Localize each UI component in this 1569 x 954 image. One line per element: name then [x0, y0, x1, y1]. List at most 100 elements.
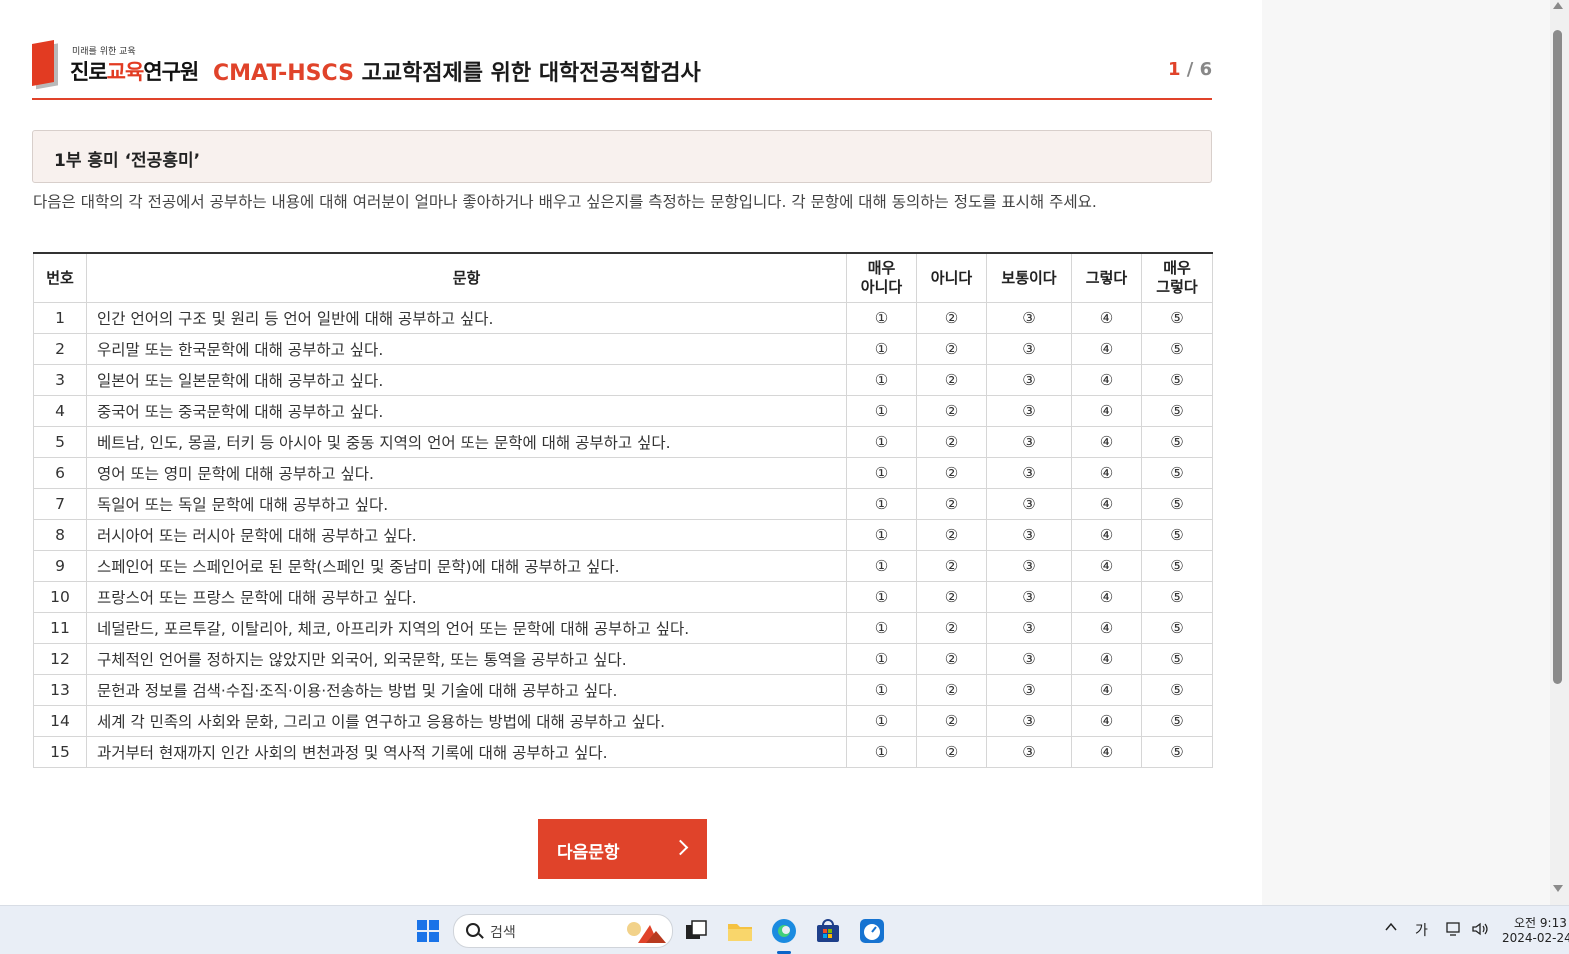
answer-option-1[interactable]: ①	[846, 333, 917, 365]
scrollbar-thumb[interactable]	[1553, 30, 1562, 684]
answer-option-4[interactable]: ④	[1071, 457, 1142, 489]
answer-option-4[interactable]: ④	[1071, 364, 1142, 396]
answer-option-2[interactable]: ②	[916, 395, 987, 427]
answer-option-5[interactable]: ⑤	[1141, 643, 1213, 675]
answer-option-2[interactable]: ②	[916, 612, 987, 644]
answer-option-5[interactable]: ⑤	[1141, 519, 1213, 551]
answer-option-2[interactable]: ②	[916, 519, 987, 551]
answer-option-4[interactable]: ④	[1071, 643, 1142, 675]
answer-option-4[interactable]: ④	[1071, 519, 1142, 551]
answer-option-2[interactable]: ②	[916, 705, 987, 737]
answer-option-3[interactable]: ③	[986, 488, 1072, 520]
answer-option-3[interactable]: ③	[986, 581, 1072, 613]
app-clock-icon[interactable]	[859, 918, 885, 944]
answer-option-3[interactable]: ③	[986, 643, 1072, 675]
answer-option-5[interactable]: ⑤	[1141, 705, 1213, 737]
answer-option-1[interactable]: ①	[846, 395, 917, 427]
answer-option-3[interactable]: ③	[986, 736, 1072, 768]
answer-option-4[interactable]: ④	[1071, 674, 1142, 706]
network-icon[interactable]	[1446, 921, 1462, 941]
question-text: 일본어 또는 일본문학에 대해 공부하고 싶다.	[86, 364, 847, 396]
answer-option-1[interactable]: ①	[846, 550, 917, 582]
microsoft-store-icon[interactable]	[815, 918, 841, 944]
answer-option-5[interactable]: ⑤	[1141, 674, 1213, 706]
section-title: 1부 흥미 ‘전공흥미’	[54, 151, 201, 171]
chevron-up-icon[interactable]	[1384, 920, 1398, 938]
answer-option-2[interactable]: ②	[916, 426, 987, 458]
question-text: 러시아어 또는 러시아 문학에 대해 공부하고 싶다.	[86, 519, 847, 551]
answer-option-1[interactable]: ①	[846, 457, 917, 489]
question-number: 2	[33, 333, 87, 365]
answer-option-2[interactable]: ②	[916, 457, 987, 489]
answer-option-3[interactable]: ③	[986, 333, 1072, 365]
answer-option-4[interactable]: ④	[1071, 612, 1142, 644]
answer-option-1[interactable]: ①	[846, 488, 917, 520]
answer-option-5[interactable]: ⑤	[1141, 550, 1213, 582]
answer-option-5[interactable]: ⑤	[1141, 302, 1213, 334]
answer-option-3[interactable]: ③	[986, 674, 1072, 706]
taskbar-search-box[interactable]: 검색	[453, 914, 673, 948]
section-header: 1부 흥미 ‘전공흥미’	[32, 130, 1212, 183]
answer-option-1[interactable]: ①	[846, 519, 917, 551]
task-view-icon[interactable]	[683, 918, 709, 944]
answer-option-2[interactable]: ②	[916, 736, 987, 768]
answer-option-5[interactable]: ⑤	[1141, 736, 1213, 768]
answer-option-2[interactable]: ②	[916, 550, 987, 582]
answer-option-5[interactable]: ⑤	[1141, 395, 1213, 427]
answer-option-2[interactable]: ②	[916, 674, 987, 706]
answer-option-1[interactable]: ①	[846, 612, 917, 644]
answer-option-2[interactable]: ②	[916, 581, 987, 613]
answer-option-4[interactable]: ④	[1071, 333, 1142, 365]
answer-option-2[interactable]: ②	[916, 302, 987, 334]
page-total: / 6	[1180, 59, 1213, 80]
answer-option-3[interactable]: ③	[986, 612, 1072, 644]
clock-time[interactable]: 오전 9:13	[1514, 914, 1567, 931]
scroll-down-arrow-icon[interactable]	[1553, 885, 1563, 892]
answer-option-5[interactable]: ⑤	[1141, 581, 1213, 613]
answer-option-4[interactable]: ④	[1071, 302, 1142, 334]
answer-option-3[interactable]: ③	[986, 302, 1072, 334]
file-explorer-icon[interactable]	[727, 918, 753, 944]
answer-option-5[interactable]: ⑤	[1141, 457, 1213, 489]
answer-option-3[interactable]: ③	[986, 705, 1072, 737]
answer-option-4[interactable]: ④	[1071, 705, 1142, 737]
answer-option-1[interactable]: ①	[846, 736, 917, 768]
answer-option-5[interactable]: ⑤	[1141, 426, 1213, 458]
answer-option-1[interactable]: ①	[846, 581, 917, 613]
answer-option-3[interactable]: ③	[986, 395, 1072, 427]
question-table: 번호 문항 매우 아니다 아니다 보통이다 그렇다 매우 그렇다 1 인간 언어의 구조 및 …	[33, 252, 1213, 768]
answer-option-4[interactable]: ④	[1071, 395, 1142, 427]
volume-icon[interactable]	[1471, 921, 1489, 941]
windows-start-icon[interactable]	[417, 920, 439, 942]
answer-option-2[interactable]: ②	[916, 488, 987, 520]
clock-date[interactable]: 2024-02-24	[1502, 931, 1569, 945]
answer-option-5[interactable]: ⑤	[1141, 612, 1213, 644]
answer-option-1[interactable]: ①	[846, 705, 917, 737]
answer-option-1[interactable]: ①	[846, 643, 917, 675]
answer-option-2[interactable]: ②	[916, 643, 987, 675]
answer-option-5[interactable]: ⑤	[1141, 488, 1213, 520]
ime-indicator[interactable]: 가	[1415, 920, 1428, 940]
edge-browser-icon[interactable]	[771, 918, 797, 944]
answer-option-3[interactable]: ③	[986, 457, 1072, 489]
answer-option-3[interactable]: ③	[986, 364, 1072, 396]
answer-option-2[interactable]: ②	[916, 333, 987, 365]
answer-option-5[interactable]: ⑤	[1141, 364, 1213, 396]
answer-option-4[interactable]: ④	[1071, 426, 1142, 458]
answer-option-3[interactable]: ③	[986, 426, 1072, 458]
answer-option-2[interactable]: ②	[916, 364, 987, 396]
answer-option-3[interactable]: ③	[986, 519, 1072, 551]
answer-option-4[interactable]: ④	[1071, 736, 1142, 768]
answer-option-1[interactable]: ①	[846, 364, 917, 396]
answer-option-1[interactable]: ①	[846, 674, 917, 706]
answer-option-4[interactable]: ④	[1071, 581, 1142, 613]
answer-option-3[interactable]: ③	[986, 550, 1072, 582]
answer-option-1[interactable]: ①	[846, 426, 917, 458]
answer-option-5[interactable]: ⑤	[1141, 333, 1213, 365]
answer-option-1[interactable]: ①	[846, 302, 917, 334]
next-question-button[interactable]: 다음문항	[538, 819, 707, 879]
answer-option-4[interactable]: ④	[1071, 550, 1142, 582]
next-button-label: 다음문항	[557, 843, 620, 863]
answer-option-4[interactable]: ④	[1071, 488, 1142, 520]
scroll-up-arrow-icon[interactable]	[1553, 2, 1563, 9]
